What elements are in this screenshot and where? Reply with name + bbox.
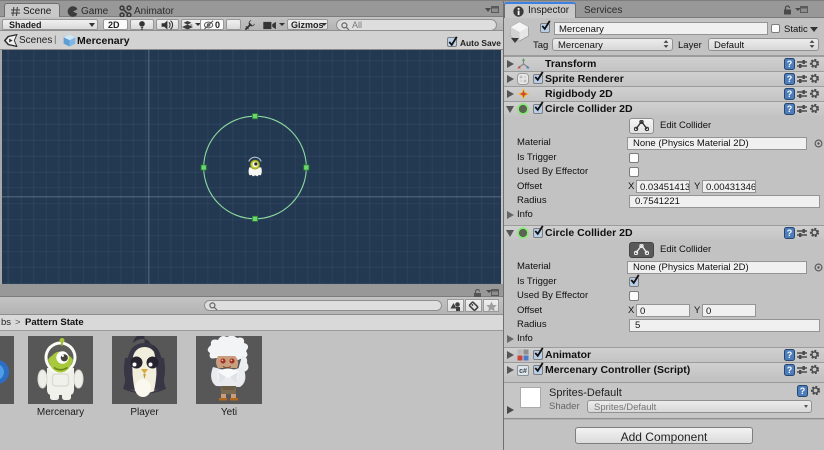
- svg-text:?: ?: [787, 228, 793, 238]
- svg-text:?: ?: [787, 89, 793, 99]
- svg-text:?: ?: [787, 350, 793, 360]
- svg-text:?: ?: [787, 104, 793, 114]
- svg-text:?: ?: [787, 74, 793, 84]
- svg-text:?: ?: [800, 386, 806, 396]
- svg-text:?: ?: [787, 365, 793, 375]
- svg-text:c#: c#: [519, 368, 527, 375]
- svg-text:?: ?: [787, 59, 793, 69]
